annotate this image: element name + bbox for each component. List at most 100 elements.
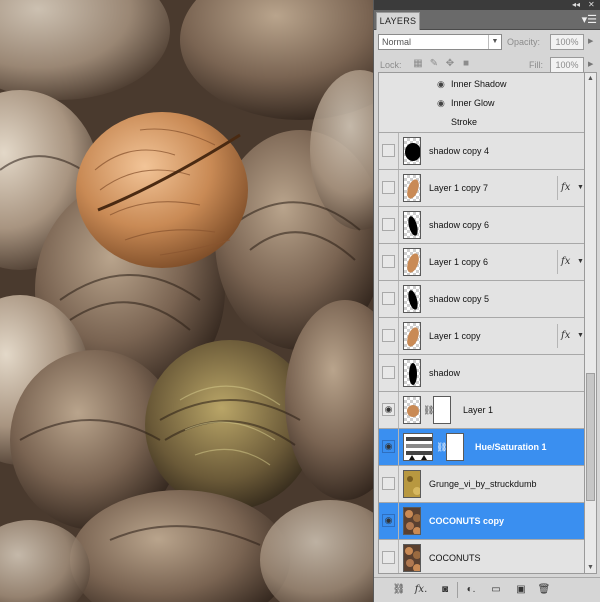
layer-name[interactable]: Layer 1 copy: [429, 318, 481, 354]
highlighted-coconut: [76, 112, 248, 268]
scroll-up-icon[interactable]: ▲: [585, 73, 596, 84]
layer-name[interactable]: Hue/Saturation 1: [475, 429, 547, 465]
effect-name: Inner Glow: [451, 98, 495, 108]
visibility-toggle[interactable]: ◉: [382, 514, 395, 527]
layer-row[interactable]: Layer 1 copy 6 fx ▼: [379, 244, 584, 281]
visibility-toggle[interactable]: [382, 255, 395, 268]
effect-name: Stroke: [451, 117, 478, 127]
lock-position-icon[interactable]: ✥: [444, 57, 456, 71]
layer-name[interactable]: shadow copy 4: [429, 133, 489, 169]
panel-tabbar: LAYERS ▾☰: [374, 10, 600, 30]
layer-row[interactable]: shadow copy 4: [379, 133, 584, 170]
visibility-toggle[interactable]: [382, 366, 395, 379]
tab-layers[interactable]: LAYERS: [376, 12, 420, 30]
layer-list-scrollbar[interactable]: ▲ ▼: [585, 72, 597, 574]
blend-row: Normal ▼ Opacity: 100% ▶: [374, 31, 600, 53]
lock-pixels-icon[interactable]: ✎: [428, 57, 440, 71]
panel-titlebar[interactable]: ◂◂ ✕: [374, 0, 600, 10]
eye-icon[interactable]: ◉: [437, 98, 445, 109]
layer-name[interactable]: COCONUTS copy: [429, 503, 504, 539]
scroll-down-icon[interactable]: ▼: [585, 562, 596, 573]
layer-name[interactable]: shadow copy 6: [429, 207, 489, 243]
layer-thumbnail: [403, 174, 421, 202]
trash-icon[interactable]: 🗑: [537, 583, 551, 597]
layer-name[interactable]: shadow copy 5: [429, 281, 489, 317]
effect-row[interactable]: ◉ Inner Glow: [379, 94, 584, 113]
adjustment-thumbnail: [403, 433, 433, 461]
chevron-down-icon: ▼: [488, 35, 501, 49]
visibility-toggle[interactable]: [382, 218, 395, 231]
chevron-down-icon[interactable]: ▼: [577, 244, 584, 280]
layer-row[interactable]: shadow: [379, 355, 584, 392]
visibility-toggle[interactable]: [382, 477, 395, 490]
layer-name[interactable]: Layer 1 copy 7: [429, 170, 488, 206]
layer-list[interactable]: ◉ Inner Shadow ◉ Inner Glow Stroke shado…: [378, 72, 585, 574]
lock-transparency-icon[interactable]: ▦: [412, 57, 424, 71]
layer-thumbnail: [403, 285, 421, 313]
layer-row[interactable]: ◉ ⛓ Layer 1: [379, 392, 584, 429]
fx-icon[interactable]: fx: [561, 318, 570, 354]
fill-field[interactable]: 100%: [550, 57, 584, 73]
opacity-label: Opacity:: [507, 37, 541, 47]
layer-thumbnail: [403, 396, 421, 424]
link-layers-icon[interactable]: ⛓: [392, 583, 406, 597]
effect-name: Inner Shadow: [451, 79, 507, 89]
layer-row[interactable]: shadow copy 6: [379, 207, 584, 244]
layer-mask-thumbnail[interactable]: [433, 396, 451, 424]
layer-row[interactable]: Layer 1 copy 7 fx ▼: [379, 170, 584, 207]
fx-icon[interactable]: fx: [561, 244, 570, 280]
collapse-icon[interactable]: ◂◂: [572, 0, 580, 10]
layer-thumbnail: [403, 544, 421, 572]
coconuts-photo: [0, 0, 373, 602]
chevron-down-icon[interactable]: ▼: [577, 170, 584, 206]
visibility-toggle[interactable]: [382, 144, 395, 157]
opacity-arrow-icon[interactable]: ▶: [588, 34, 593, 50]
layer-row[interactable]: ◉ COCONUTS copy: [379, 503, 584, 540]
layer-thumbnail: [403, 507, 421, 535]
layer-thumbnail: [403, 137, 421, 165]
fill-label: Fill:: [529, 60, 543, 70]
layer-row[interactable]: Grunge_vi_by_struckdumb: [379, 466, 584, 503]
layer-thumbnail: [403, 470, 421, 498]
add-style-icon[interactable]: fx.: [414, 583, 428, 597]
fx-icon[interactable]: fx: [561, 170, 570, 206]
visibility-toggle[interactable]: [382, 329, 395, 342]
adjustment-layer-icon[interactable]: ◐.: [464, 583, 478, 597]
layer-mask-thumbnail[interactable]: [446, 433, 464, 461]
visibility-toggle[interactable]: [382, 551, 395, 564]
layer-thumbnail: [403, 359, 421, 387]
document-canvas[interactable]: [0, 0, 373, 602]
scroll-thumb[interactable]: [586, 373, 595, 501]
lock-all-icon[interactable]: ■: [460, 57, 472, 71]
panel-menu-icon[interactable]: ▾☰: [582, 14, 597, 26]
blend-mode-value: Normal: [382, 37, 412, 47]
layer-thumbnail: [403, 248, 421, 276]
blend-mode-select[interactable]: Normal ▼: [378, 34, 502, 50]
visibility-toggle[interactable]: [382, 181, 395, 194]
close-icon[interactable]: ✕: [588, 0, 595, 10]
add-mask-icon[interactable]: ◙: [438, 583, 452, 597]
layer-name[interactable]: COCONUTS: [429, 540, 481, 573]
visibility-toggle[interactable]: ◉: [382, 440, 395, 453]
effect-row[interactable]: Stroke: [379, 113, 584, 133]
eye-icon[interactable]: ◉: [437, 79, 445, 90]
layer-name[interactable]: shadow: [429, 355, 460, 391]
new-layer-icon[interactable]: ▣: [514, 583, 528, 597]
layer-name[interactable]: Grunge_vi_by_struckdumb: [429, 466, 537, 502]
group-icon[interactable]: ▭: [489, 583, 503, 597]
layer-row[interactable]: Layer 1 copy fx ▼: [379, 318, 584, 355]
chevron-down-icon[interactable]: ▼: [577, 318, 584, 354]
effect-row[interactable]: ◉ Inner Shadow: [379, 75, 584, 94]
layer-name[interactable]: Layer 1 copy 6: [429, 244, 488, 280]
layer-row[interactable]: shadow copy 5: [379, 281, 584, 318]
opacity-field[interactable]: 100%: [550, 34, 584, 50]
visibility-toggle[interactable]: [382, 292, 395, 305]
visibility-toggle[interactable]: ◉: [382, 403, 395, 416]
layer-thumbnail: [403, 211, 421, 239]
layers-bottom-toolbar: ⛓ fx. ◙ ◐. ▭ ▣ 🗑: [374, 577, 600, 602]
layer-row[interactable]: ◉ ⛓ Hue/Saturation 1: [379, 429, 584, 466]
fill-arrow-icon[interactable]: ▶: [588, 57, 593, 73]
layer-row[interactable]: COCONUTS: [379, 540, 584, 573]
layer-name[interactable]: Layer 1: [463, 392, 493, 428]
layer-thumbnail: [403, 322, 421, 350]
